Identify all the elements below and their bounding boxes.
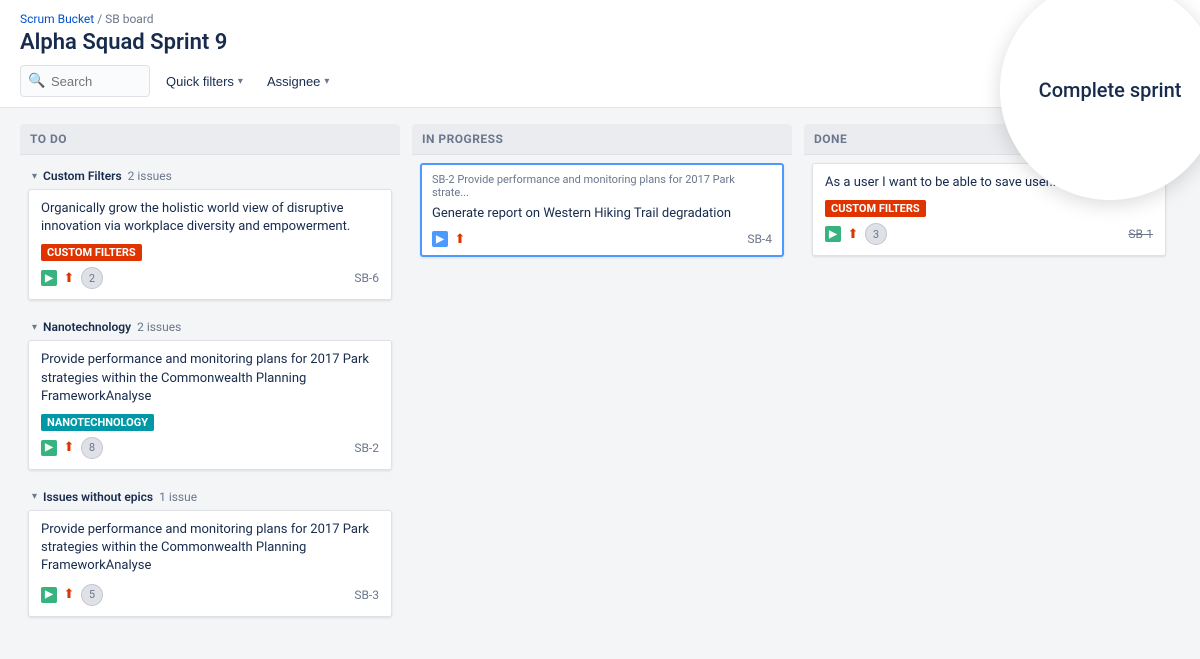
card-left: ▶ ⬆ 3: [825, 223, 887, 245]
card-left: ▶ ⬆ 2: [41, 267, 103, 289]
breadcrumb: Scrum Bucket / SB board: [20, 12, 1180, 26]
assignee-filter-button[interactable]: Assignee ▾: [259, 68, 338, 95]
inprogress-title-preview: Provide performance and monitoring plans…: [432, 173, 735, 199]
avatar: 2: [81, 267, 103, 289]
epic-header-nanotechnology[interactable]: ▾ Nanotechnology 2 issues: [28, 314, 392, 340]
breadcrumb-project[interactable]: Scrum Bucket: [20, 12, 94, 26]
column-body-done: As a user I want to be able to save user…: [804, 155, 1174, 636]
epic-header-no-epics[interactable]: ▾ Issues without epics 1 issue: [28, 484, 392, 510]
card-footer: ▶ ⬆ SB-4: [432, 231, 772, 247]
chevron-icon: ▾: [32, 491, 37, 502]
avatar: 3: [865, 223, 887, 245]
card-footer: ▶ ⬆ 8 SB-2: [41, 437, 379, 459]
quick-filters-label: Quick filters: [166, 74, 234, 89]
epic-count: 2 issues: [128, 169, 172, 183]
card-left: ▶ ⬆: [432, 231, 468, 247]
card-tag-nanotechnology: NANOTECHNOLOGY: [41, 414, 154, 431]
card-sb6[interactable]: Organically grow the holistic world view…: [28, 189, 392, 300]
card-ref: SB-2: [354, 441, 379, 455]
priority-icon: ⬆: [61, 440, 77, 456]
priority-icon: ⬆: [61, 587, 77, 603]
card-title: Organically grow the holistic world view…: [41, 200, 379, 236]
card-footer: ▶ ⬆ 5 SB-3: [41, 584, 379, 606]
priority-icon: ⬆: [61, 270, 77, 286]
card-tag-custom-filters: CUSTOM FILTERS: [41, 244, 142, 261]
column-body-inprogress: SB-2 Provide performance and monitoring …: [412, 155, 792, 636]
story-icon: ▶: [432, 231, 448, 247]
epic-name: Issues without epics: [43, 490, 153, 504]
card-title: Generate report on Western Hiking Trail …: [432, 205, 772, 223]
assignee-label: Assignee: [267, 74, 320, 89]
epic-group-nanotechnology: ▾ Nanotechnology 2 issues Provide perfor…: [28, 314, 392, 476]
breadcrumb-separator: /: [97, 12, 105, 26]
card-left: ▶ ⬆ 5: [41, 584, 103, 606]
chevron-icon: ▾: [32, 322, 37, 333]
sprint-title: Alpha Squad Sprint 9: [20, 30, 227, 55]
card-tag-custom: CUSTOM FILTERS: [825, 200, 926, 217]
column-header-inprogress: IN PROGRESS: [412, 124, 792, 155]
chevron-down-icon: ▾: [324, 76, 329, 87]
card-sb3[interactable]: Provide performance and monitoring plans…: [28, 510, 392, 617]
card-footer: ▶ ⬆ 2 SB-6: [41, 267, 379, 289]
search-icon: 🔍: [28, 73, 45, 89]
epic-group-no-epics: ▾ Issues without epics 1 issue Provide p…: [28, 484, 392, 623]
chevron-down-icon: ▾: [238, 76, 243, 87]
board: TO DO ▾ Custom Filters 2 issues Organica…: [0, 108, 1200, 652]
card-ref: SB-4: [747, 232, 772, 246]
story-icon: ▶: [41, 270, 57, 286]
inprogress-ref-id: SB-2: [432, 173, 455, 186]
priority-icon: ⬆: [845, 226, 861, 242]
card-ref: SB-3: [354, 588, 379, 602]
epic-name: Nanotechnology: [43, 320, 131, 334]
epic-count: 1 issue: [159, 490, 197, 504]
card-sb2[interactable]: Provide performance and monitoring plans…: [28, 340, 392, 470]
column-inprogress: IN PROGRESS SB-2 Provide performance and…: [412, 124, 792, 636]
card-ref: SB-6: [354, 271, 379, 285]
chevron-icon: ▾: [32, 171, 37, 182]
priority-icon: ⬆: [452, 231, 468, 247]
quick-filters-button[interactable]: Quick filters ▾: [158, 68, 251, 95]
story-icon: ▶: [41, 440, 57, 456]
story-icon: ▶: [41, 587, 57, 603]
epic-name: Custom Filters: [43, 169, 122, 183]
column-body-todo: ▾ Custom Filters 2 issues Organically gr…: [20, 155, 400, 636]
column-done: DONE As a user I want to be able to save…: [804, 124, 1174, 636]
story-icon: ▶: [825, 226, 841, 242]
card-inprogress-sb4[interactable]: SB-2 Provide performance and monitoring …: [420, 163, 784, 257]
search-wrap: 🔍: [20, 65, 150, 97]
inprogress-ref-preview: SB-2 Provide performance and monitoring …: [432, 173, 772, 199]
avatar: 8: [81, 437, 103, 459]
card-title: Provide performance and monitoring plans…: [41, 351, 379, 406]
card-title: Provide performance and monitoring plans…: [41, 521, 379, 576]
complete-sprint-label: Complete sprint: [1039, 78, 1182, 102]
card-ref-done: SB-1: [1128, 227, 1153, 241]
column-header-todo: TO DO: [20, 124, 400, 155]
card-left: ▶ ⬆ 8: [41, 437, 103, 459]
epic-group-nano-inprogress: SB-2 Provide performance and monitoring …: [420, 163, 784, 263]
column-todo: TO DO ▾ Custom Filters 2 issues Organica…: [20, 124, 400, 636]
card-footer: ▶ ⬆ 3 SB-1: [825, 223, 1153, 245]
avatar: 5: [81, 584, 103, 606]
epic-header-custom-filters[interactable]: ▾ Custom Filters 2 issues: [28, 163, 392, 189]
breadcrumb-board: SB board: [105, 12, 153, 26]
epic-count: 2 issues: [137, 320, 181, 334]
epic-group-custom-filters: ▾ Custom Filters 2 issues Organically gr…: [28, 163, 392, 306]
